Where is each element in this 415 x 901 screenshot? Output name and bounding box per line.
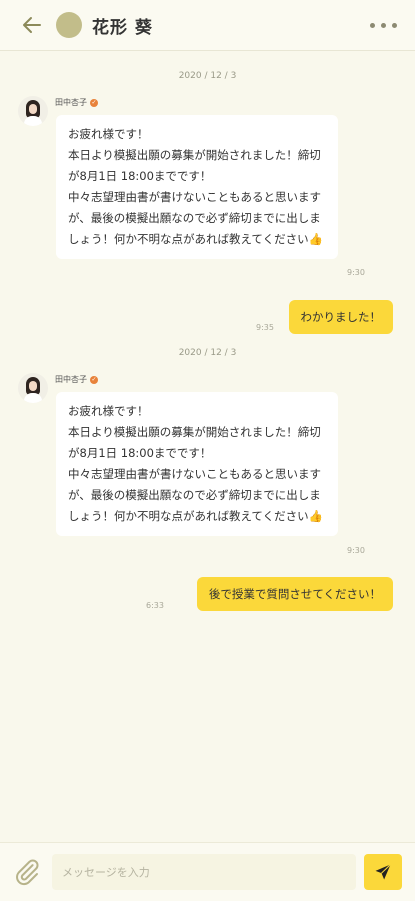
date-separator: 2020 / 12 / 3 [178,71,237,81]
message-time: 9:30 [347,268,365,277]
message-input[interactable] [52,854,356,890]
paper-plane-icon [375,864,391,880]
avatar[interactable] [56,12,82,38]
outgoing-message-bubble: 後で授業で質問させてください！ [196,577,393,611]
paperclip-icon[interactable] [12,857,42,887]
message-composer [0,842,415,901]
sender-name: 田中杏子 ✓ [55,374,98,385]
sender-name-label: 田中杏子 [55,375,87,384]
outgoing-message-bubble: わかりました！ [288,300,393,334]
verified-badge-icon: ✓ [90,98,98,107]
sender-name-label: 田中杏子 [55,98,87,107]
message-time: 9:30 [347,546,365,555]
chat-header: 花形 葵 [0,0,415,51]
sender-avatar[interactable] [18,373,48,403]
arrow-left-icon[interactable] [20,13,44,37]
incoming-message-bubble: お疲れ様です！ 本日より模擬出願の募集が開始されました！締切が8月1日 18:0… [56,392,338,536]
sender-name: 田中杏子 ✓ [55,97,98,108]
more-horizontal-icon[interactable] [370,23,397,28]
send-button[interactable] [364,854,402,890]
message-time: 9:35 [256,323,274,332]
page-title: 花形 葵 [92,18,153,38]
date-separator: 2020 / 12 / 3 [178,348,237,358]
incoming-message-bubble: お疲れ様です！ 本日より模擬出願の募集が開始されました！締切が8月1日 18:0… [56,115,338,259]
verified-badge-icon: ✓ [90,375,98,384]
message-time: 6:33 [146,601,164,610]
sender-avatar[interactable] [18,96,48,126]
